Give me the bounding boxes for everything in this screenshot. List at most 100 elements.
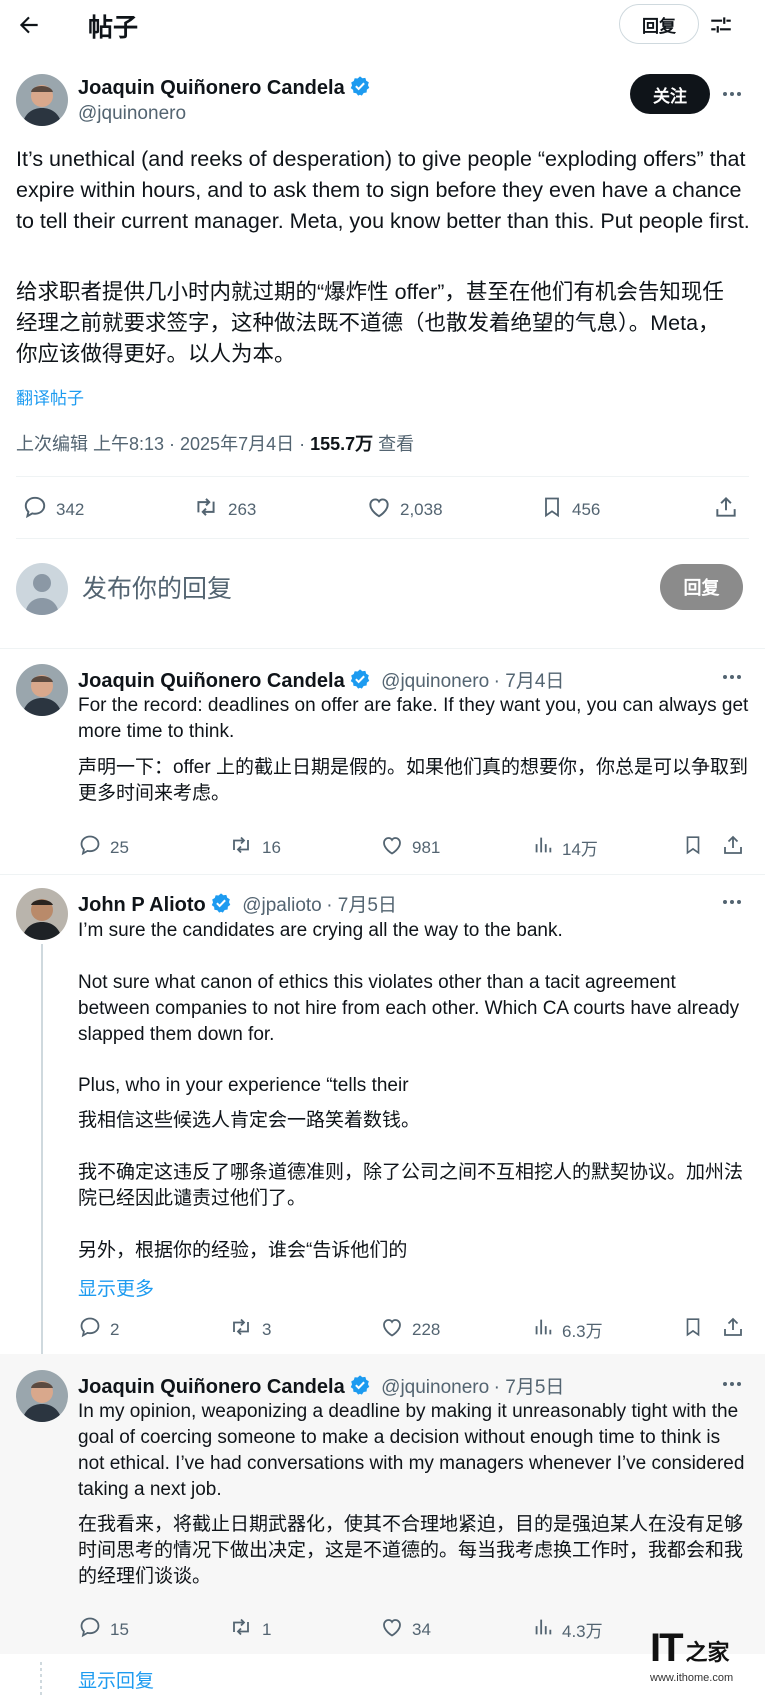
show-more-link[interactable]: 显示更多 — [78, 1274, 154, 1301]
reply-text-en-2: Not sure what canon of ethics this viola… — [78, 972, 740, 1045]
current-user-avatar — [16, 563, 68, 615]
share-icon — [713, 494, 739, 525]
author-handle[interactable]: @jquinonero — [381, 671, 489, 692]
post-text-zh: 给求职者提供几小时内就过期的“爆炸性 offer”，甚至在他们有机会告知现任经理… — [16, 280, 724, 366]
share-icon — [721, 1315, 745, 1344]
more-options-icon[interactable] — [720, 1374, 744, 1394]
bookmark-icon — [682, 1315, 704, 1344]
repost-action[interactable]: 263 — [192, 494, 256, 525]
share-action[interactable] — [721, 1315, 745, 1344]
heart-icon — [366, 494, 392, 525]
views-action[interactable]: 6.3万 — [532, 1315, 603, 1344]
watermark-logo-it: IT — [650, 1626, 684, 1670]
reply-text-en-3: Plus, who in your experience “tells thei… — [78, 1075, 409, 1096]
reply-date[interactable]: · 7月5日 — [494, 1377, 565, 1398]
reply-action[interactable]: 2 — [78, 1315, 119, 1344]
repost-count: 3 — [262, 1319, 272, 1339]
more-options-icon[interactable] — [720, 892, 744, 912]
reply-text-en-1: I’m sure the candidates are crying all t… — [78, 920, 563, 941]
watermark-url: www.ithome.com — [650, 1672, 734, 1684]
reply-count: 15 — [110, 1619, 129, 1639]
repost-count: 1 — [262, 1619, 272, 1639]
share-action[interactable] — [713, 494, 739, 525]
author-name[interactable]: Joaquin Quiñonero Candela — [78, 670, 345, 692]
post-timestamp: 上次编辑 上午8:13 · 2025年7月4日 · — [16, 434, 311, 454]
thread-dots — [40, 1662, 42, 1696]
watermark-logo-zhijia: 之家 — [685, 1641, 730, 1666]
divider — [0, 648, 765, 649]
show-replies-link[interactable]: 显示回复 — [78, 1666, 154, 1693]
reply-text-zh-1: 我相信这些候选人肯定会一路笑着数钱。 — [78, 1110, 421, 1131]
author-handle[interactable]: @jquinonero — [78, 103, 186, 125]
avatar[interactable] — [16, 888, 68, 940]
reply-date[interactable]: · 7月5日 — [326, 895, 397, 916]
reply-action[interactable]: 342 — [22, 494, 84, 525]
like-action[interactable]: 2,038 — [366, 494, 443, 525]
reply-text-zh: 在我看来，将截止日期武器化，使其不合理地紧迫，目的是强迫某人在没有足够时间思考的… — [78, 1514, 744, 1587]
repost-action[interactable]: 16 — [228, 833, 281, 862]
views-chart-icon — [532, 1315, 554, 1344]
composer-reply-button[interactable]: 回复 — [660, 564, 743, 610]
repost-icon — [228, 833, 254, 862]
verified-badge-icon — [210, 892, 232, 919]
repost-action[interactable]: 3 — [228, 1315, 271, 1344]
view-count: 6.3万 — [562, 1322, 603, 1341]
bookmark-icon — [540, 494, 564, 525]
author-name[interactable]: Joaquin Quiñonero Candela — [78, 1376, 345, 1398]
bookmark-action[interactable] — [682, 1315, 704, 1344]
author-handle[interactable]: @jpalioto — [242, 895, 322, 916]
avatar[interactable] — [16, 74, 68, 126]
views-action[interactable]: 14万 — [532, 833, 598, 862]
reply-text-zh: 声明一下：offer 上的截止日期是假的。如果他们真的想要你，你总是可以争取到更… — [78, 757, 748, 804]
avatar[interactable] — [16, 1370, 68, 1422]
divider — [0, 874, 765, 875]
views-action[interactable]: 4.3万 — [532, 1615, 603, 1644]
verified-badge-icon — [349, 75, 371, 103]
reply-composer-input[interactable]: 发布你的回复 — [82, 569, 232, 605]
post-meta: 上次编辑 上午8:13 · 2025年7月4日 · 155.7万 查看 — [16, 430, 414, 456]
divider — [16, 538, 749, 539]
share-icon — [721, 833, 745, 862]
reply-icon — [78, 1615, 102, 1644]
avatar[interactable] — [16, 664, 68, 716]
bookmark-action[interactable]: 456 — [540, 494, 600, 525]
like-count: 981 — [412, 837, 441, 857]
heart-icon — [380, 1315, 404, 1344]
view-label: 查看 — [373, 434, 415, 454]
header-reply-button[interactable]: 回复 — [619, 4, 699, 44]
reply-date[interactable]: · 7月4日 — [494, 671, 565, 692]
like-action[interactable]: 228 — [380, 1315, 440, 1344]
like-action[interactable]: 34 — [380, 1615, 431, 1644]
repost-icon — [192, 494, 220, 525]
view-count: 14万 — [562, 840, 598, 859]
reply-header: John P Alioto @jpalioto · 7月5日 — [78, 890, 397, 919]
author-handle[interactable]: @jquinonero — [381, 1377, 489, 1398]
author-name[interactable]: John P Alioto — [78, 894, 206, 916]
bookmark-icon — [682, 833, 704, 862]
like-count: 34 — [412, 1619, 431, 1639]
follow-button[interactable]: 关注 — [630, 74, 710, 114]
bookmark-count: 456 — [572, 499, 601, 519]
watermark-logo: IT 之家 — [650, 1628, 760, 1668]
like-count: 2,038 — [400, 499, 443, 519]
like-count: 228 — [412, 1319, 441, 1339]
reply-icon — [78, 833, 102, 862]
like-action[interactable]: 981 — [380, 833, 440, 862]
thread-line — [41, 944, 43, 1359]
reply-text-zh-2: 我不确定这违反了哪条道德准则，除了公司之间不互相挖人的默契协议。加州法院已经因此… — [78, 1162, 744, 1209]
reply-action[interactable]: 15 — [78, 1615, 129, 1644]
reply-icon — [78, 1315, 102, 1344]
more-options-icon[interactable] — [720, 667, 744, 687]
more-options-icon[interactable] — [720, 84, 744, 104]
repost-action[interactable]: 1 — [228, 1615, 271, 1644]
repost-count: 16 — [262, 837, 281, 857]
reply-action[interactable]: 25 — [78, 833, 129, 862]
translate-post-link[interactable]: 翻译帖子 — [16, 384, 84, 409]
author-name[interactable]: Joaquin Quiñonero Candela — [78, 75, 371, 103]
filter-sliders-icon[interactable] — [708, 12, 734, 38]
ithome-watermark: IT 之家 www.ithome.com — [650, 1628, 760, 1698]
back-arrow-icon[interactable] — [16, 12, 42, 38]
heart-icon — [380, 1615, 404, 1644]
bookmark-action[interactable] — [682, 833, 704, 862]
share-action[interactable] — [721, 833, 745, 862]
